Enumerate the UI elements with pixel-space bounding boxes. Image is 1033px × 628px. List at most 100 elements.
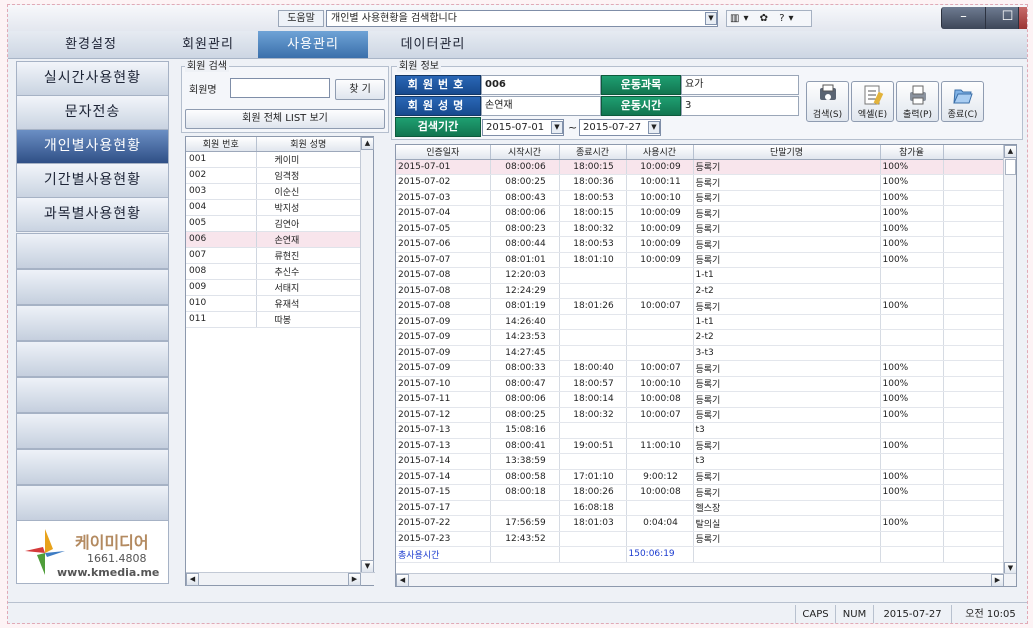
- status-message-field[interactable]: 개인별 사용현황을 검색합니다: [326, 10, 718, 27]
- rate-cell: [880, 283, 944, 299]
- table-row[interactable]: 2015-07-22 17:56:59 18:01:03 0:04:04 탈의실 100%: [396, 515, 1016, 532]
- sidebar-item-course[interactable]: 과목별사용현황: [16, 197, 169, 232]
- table-row[interactable]: 2015-07-03 08:00:43 18:00:53 10:00:10 등록기 100…: [396, 190, 1016, 206]
- column-header-start[interactable]: 시작시간: [490, 145, 560, 160]
- table-row[interactable]: 2015-07-09 14:23:53 2-t2: [396, 329, 1016, 346]
- table-row[interactable]: 2015-07-09 08:00:33 18:00:40 10:00:07 등록기 100…: [396, 360, 1016, 377]
- date-cell: 2015-07-09: [396, 329, 491, 346]
- member-table-vscroll[interactable]: ▲ ▼: [360, 137, 374, 573]
- usage-cell: 10:00:09: [626, 236, 694, 253]
- log-table-hscroll[interactable]: ◀ ▶: [396, 573, 1016, 586]
- column-header-member-name[interactable]: 회원 성명: [256, 137, 361, 152]
- menu-usage[interactable]: 사용관리: [258, 31, 368, 58]
- scroll-thumb[interactable]: [1005, 159, 1016, 175]
- table-row[interactable]: 2015-07-02 08:00:25 18:00:36 10:00:11 등록기 100…: [396, 174, 1016, 191]
- column-header-usage[interactable]: 사용시간: [626, 145, 694, 160]
- column-header-date[interactable]: 인증일자: [396, 145, 491, 160]
- table-row[interactable]: 2015-07-08 12:20:03 1-t1: [396, 267, 1016, 284]
- member-no-cell: 003: [186, 183, 257, 200]
- table-row[interactable]: 005 김연아: [186, 215, 361, 232]
- table-row[interactable]: 2015-07-05 08:00:23 18:00:32 10:00:09 등록기 100…: [396, 221, 1016, 237]
- table-row[interactable]: 2015-07-08 12:24:29 2-t2: [396, 283, 1016, 299]
- start-cell: 08:00:06: [490, 205, 560, 222]
- scroll-right-icon[interactable]: ▶: [991, 574, 1004, 586]
- column-header-member-no[interactable]: 회원 번호: [186, 137, 257, 152]
- end-cell: 17:01:10: [559, 469, 627, 485]
- table-row[interactable]: 2015-07-13 15:08:16 t3: [396, 422, 1016, 439]
- find-button[interactable]: 찾 기: [335, 79, 385, 100]
- table-row[interactable]: 002 임격정: [186, 167, 361, 184]
- scroll-left-icon[interactable]: ◀: [396, 574, 409, 586]
- table-row[interactable]: 011 따봉: [186, 311, 361, 328]
- table-row[interactable]: 2015-07-04 08:00:06 18:00:15 10:00:09 등록기 100…: [396, 205, 1016, 222]
- sidebar-item-period[interactable]: 기간별사용현황: [16, 163, 169, 198]
- table-row[interactable]: 2015-07-14 13:38:59 t3: [396, 453, 1016, 470]
- scroll-right-icon[interactable]: ▶: [348, 573, 361, 586]
- table-row[interactable]: 2015-07-07 08:01:01 18:01:10 10:00:09 등록기 100…: [396, 252, 1016, 268]
- log-table-vscroll[interactable]: ▲ ▼: [1003, 145, 1016, 575]
- exit-button[interactable]: 종료(C): [941, 81, 984, 122]
- column-header-device[interactable]: 단말기명: [693, 145, 881, 160]
- close-button[interactable]: [1018, 7, 1027, 29]
- table-row[interactable]: 003 이순신: [186, 183, 361, 200]
- member-name-input[interactable]: [230, 78, 330, 98]
- table-row[interactable]: 2015-07-06 08:00:44 18:00:53 10:00:09 등록기 100…: [396, 236, 1016, 253]
- chevron-down-icon[interactable]: ▼: [648, 121, 660, 134]
- table-row[interactable]: 2015-07-10 08:00:47 18:00:57 10:00:10 등록기 100…: [396, 376, 1016, 392]
- table-row[interactable]: 2015-07-08 08:01:19 18:01:26 10:00:07 등록기 100…: [396, 298, 1016, 315]
- table-row[interactable]: 008 추신수: [186, 263, 361, 280]
- print-button[interactable]: 출력(P): [896, 81, 939, 122]
- logo-phone: 1661.4808: [87, 552, 147, 565]
- member-table-hscroll[interactable]: ◀ ▶: [186, 572, 375, 586]
- table-row[interactable]: 2015-07-09 14:27:45 3-t3: [396, 345, 1016, 361]
- usage-cell: 10:00:07: [626, 298, 694, 315]
- table-row[interactable]: 2015-07-17 16:08:18 헬스장: [396, 500, 1016, 516]
- table-row[interactable]: 2015-07-11 08:00:06 18:00:14 10:00:08 등록기 100…: [396, 391, 1016, 408]
- rate-cell: 100%: [880, 221, 944, 237]
- excel-button[interactable]: 엑셀(E): [851, 81, 894, 122]
- minimize-button[interactable]: –: [941, 7, 985, 29]
- table-row[interactable]: 007 류현진: [186, 247, 361, 264]
- menu-settings[interactable]: 환경설정: [36, 31, 146, 58]
- member-name-cell: 따봉: [256, 311, 361, 328]
- column-header-end[interactable]: 종료시간: [559, 145, 627, 160]
- column-header-rate[interactable]: 참가율: [880, 145, 944, 160]
- table-row[interactable]: 2015-07-01 08:00:06 18:00:15 10:00:09 등록기 100…: [396, 159, 1016, 175]
- chevron-down-icon[interactable]: ▼: [705, 12, 717, 25]
- sidebar-item-realtime[interactable]: 실시간사용현황: [16, 61, 169, 96]
- member-no-cell: 010: [186, 295, 257, 312]
- table-row[interactable]: 2015-07-14 08:00:58 17:01:10 9:00:12 등록기 100%: [396, 469, 1016, 485]
- member-search-title: 회원 검색: [185, 61, 229, 72]
- table-row[interactable]: 2015-07-13 08:00:41 19:00:51 11:00:10 등록기 100…: [396, 438, 1016, 454]
- search-button[interactable]: 검색(S): [806, 81, 849, 122]
- start-cell: 08:00:33: [490, 360, 560, 377]
- sidebar-item-sms[interactable]: 문자전송: [16, 95, 169, 130]
- table-row[interactable]: 004 박지성: [186, 199, 361, 216]
- scroll-up-icon[interactable]: ▲: [1004, 145, 1016, 158]
- device-cell: 등록기: [693, 469, 881, 485]
- help-button[interactable]: 도움말: [278, 10, 324, 27]
- table-row[interactable]: 2015-07-23 12:43:52 등록기: [396, 531, 1016, 547]
- sidebar-empty-slot: [16, 413, 169, 449]
- table-row[interactable]: 010 유재석: [186, 295, 361, 312]
- table-row[interactable]: 001 케이미: [186, 151, 361, 168]
- scroll-left-icon[interactable]: ◀: [186, 573, 199, 586]
- start-cell: 14:26:40: [490, 314, 560, 330]
- table-row[interactable]: 009 서태지: [186, 279, 361, 296]
- start-cell: 14:27:45: [490, 345, 560, 361]
- menu-members[interactable]: 회원관리: [153, 31, 263, 58]
- sidebar-item-personal[interactable]: 개인별사용현황: [16, 129, 169, 164]
- start-cell: 08:00:06: [490, 159, 560, 175]
- table-row[interactable]: 2015-07-15 08:00:18 18:00:26 10:00:08 등록기 100…: [396, 484, 1016, 501]
- list-all-button[interactable]: 회원 전체 LIST 보기: [185, 109, 385, 129]
- toolbar-icons[interactable]: ▥▾ ✿ ?▾: [726, 10, 812, 27]
- end-cell: 18:00:32: [559, 221, 627, 237]
- rate-cell: [880, 422, 944, 439]
- table-row[interactable]: 006 손연재: [186, 231, 361, 248]
- scroll-up-icon[interactable]: ▲: [361, 137, 374, 150]
- table-row[interactable]: 2015-07-09 14:26:40 1-t1: [396, 314, 1016, 330]
- usage-cell: [626, 267, 694, 284]
- table-row[interactable]: 2015-07-12 08:00:25 18:00:32 10:00:07 등록기 100…: [396, 407, 1016, 423]
- chevron-down-icon[interactable]: ▼: [551, 121, 563, 134]
- menu-data[interactable]: 데이터관리: [378, 31, 488, 58]
